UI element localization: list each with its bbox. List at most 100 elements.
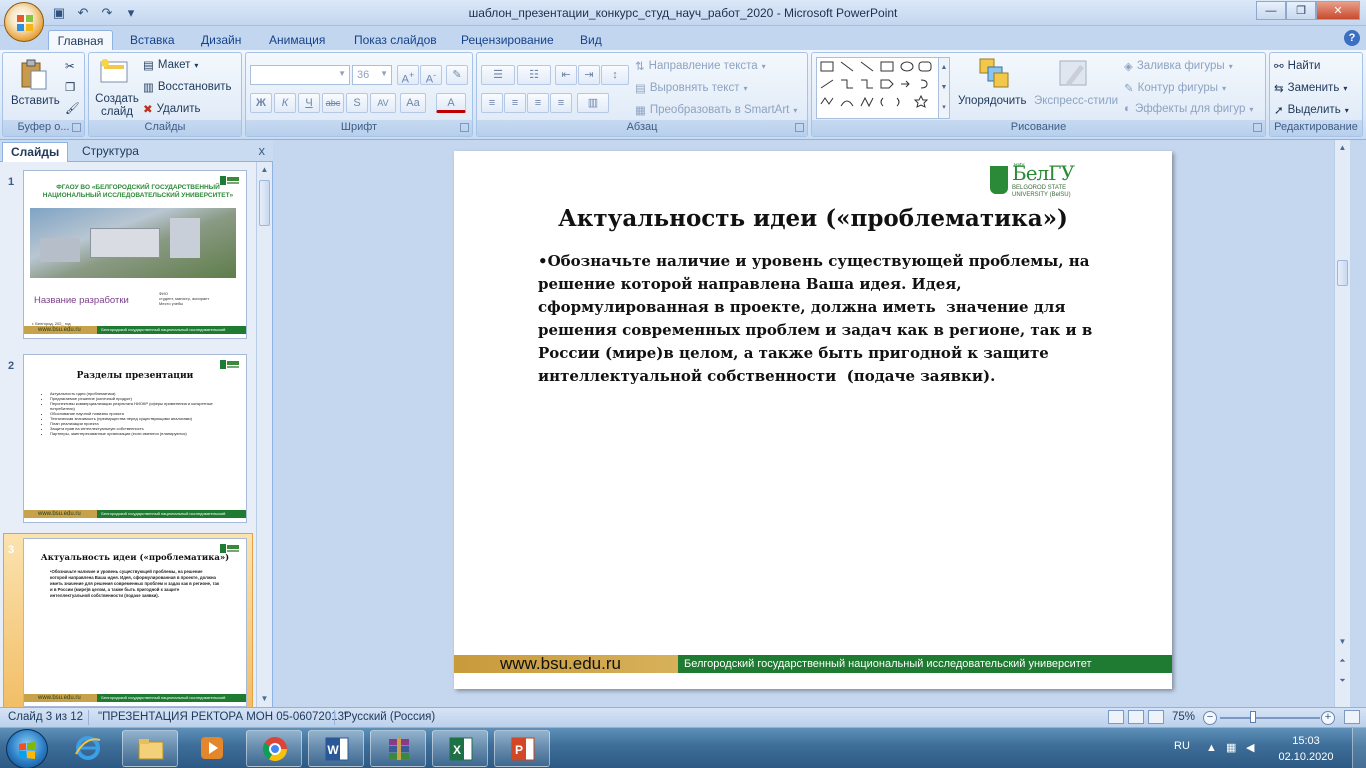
slide-sorter-icon[interactable] <box>1128 710 1144 724</box>
zoom-slider-track[interactable] <box>1220 717 1320 719</box>
decrease-indent-button[interactable]: ⇤ <box>555 65 577 85</box>
font-color-button[interactable]: A <box>436 93 466 113</box>
prev-slide-icon[interactable]: ⏶ <box>1336 654 1349 668</box>
align-right-button[interactable]: ≡ <box>527 93 549 113</box>
launcher-icon[interactable] <box>72 123 81 132</box>
shapes-scroll[interactable]: ▲ ▼ ▾ <box>938 57 950 119</box>
scroll-down-icon[interactable]: ▼ <box>1335 634 1350 650</box>
tab-view[interactable]: Вид <box>580 30 602 50</box>
editor-scrollbar[interactable]: ▲ ▼ ⏶ ⏷ <box>1334 140 1350 707</box>
shapes-gallery[interactable] <box>816 57 948 119</box>
language-indicator[interactable]: RU <box>1174 740 1190 752</box>
chrome-button[interactable] <box>246 730 302 767</box>
volume-icon[interactable]: ◀ <box>1246 742 1258 754</box>
shape-fill-button[interactable]: ◈ Заливка фигуры ▾ <box>1124 59 1233 73</box>
clock[interactable]: 15:03 02.10.2020 <box>1276 733 1336 765</box>
winrar-button[interactable] <box>370 730 426 767</box>
zoom-level[interactable]: 75% <box>1172 711 1195 723</box>
zoom-in-icon[interactable]: + <box>1321 711 1335 725</box>
media-player-button[interactable] <box>184 730 240 767</box>
scroll-up-icon[interactable]: ▲ <box>257 162 272 178</box>
current-slide[interactable]: НИУ БелГУ BELGOROD STATE UNIVERSITY (Bel… <box>454 151 1172 689</box>
minimize-button[interactable]: — <box>1256 1 1286 20</box>
font-name-combo[interactable]: ▼ <box>250 65 350 85</box>
close-button[interactable]: ✕ <box>1316 1 1360 20</box>
tab-outline[interactable]: Структура <box>74 142 147 162</box>
zoom-out-icon[interactable]: − <box>1203 711 1217 725</box>
help-icon[interactable]: ? <box>1344 30 1360 46</box>
reading-view-icon[interactable] <box>1148 710 1164 724</box>
tray-arrow-icon[interactable]: ▲ <box>1206 742 1218 754</box>
align-text-button[interactable]: ▤ Выровнять текст ▾ <box>635 81 747 95</box>
normal-view-icon[interactable] <box>1108 710 1124 724</box>
columns-button[interactable]: ▥ <box>577 93 609 113</box>
select-button[interactable]: ➚ Выделить ▾ <box>1274 103 1349 117</box>
format-painter-button[interactable]: 🖌 <box>65 101 80 115</box>
fit-to-window-icon[interactable] <box>1344 710 1360 724</box>
office-button[interactable] <box>4 2 44 42</box>
font-size-combo[interactable]: 36 ▼ <box>352 65 392 85</box>
bullets-button[interactable]: ☰ <box>481 65 515 85</box>
align-center-button[interactable]: ≡ <box>504 93 526 113</box>
tab-review[interactable]: Рецензирование <box>461 30 554 50</box>
tab-insert[interactable]: Вставка <box>130 30 175 50</box>
slide-title[interactable]: Актуальность идеи («проблематика») <box>454 205 1172 232</box>
numbering-button[interactable]: ☷ <box>517 65 551 85</box>
zoom-slider-knob[interactable] <box>1250 711 1256 723</box>
paste-button[interactable]: Вставить <box>11 95 60 107</box>
thumbnails-scrollbar[interactable]: ▲ ▼ <box>256 162 272 707</box>
bold-button[interactable]: Ж <box>250 93 272 113</box>
line-spacing-button[interactable]: ↕ <box>601 65 629 85</box>
layout-button[interactable]: ▤ Макет ▾ <box>143 58 198 72</box>
next-slide-icon[interactable]: ⏷ <box>1336 674 1349 688</box>
tab-slides[interactable]: Слайды <box>2 142 69 162</box>
slide-thumbnail-2[interactable]: Разделы презентации Актуальность идеи (п… <box>23 354 247 523</box>
tab-design[interactable]: Дизайн <box>201 30 241 50</box>
maximize-button[interactable]: ❐ <box>1286 1 1316 20</box>
underline-button[interactable]: Ч <box>298 93 320 113</box>
scroll-down-icon[interactable]: ▼ <box>257 691 272 707</box>
text-direction-button[interactable]: ⇅ Направление текста ▾ <box>635 59 766 73</box>
scroll-thumb[interactable] <box>1337 260 1348 286</box>
arrange-button[interactable]: Упорядочить <box>958 95 1026 107</box>
align-left-button[interactable]: ≡ <box>481 93 503 113</box>
launcher-icon[interactable] <box>1253 123 1262 132</box>
launcher-icon[interactable] <box>795 123 804 132</box>
shape-outline-button[interactable]: ✎ Контур фигуры ▾ <box>1124 81 1226 95</box>
shape-effects-button[interactable]: ◐ Эффекты для фигур ▾ <box>1124 103 1253 115</box>
reset-button[interactable]: ▥ Восстановить <box>143 80 232 94</box>
launcher-icon[interactable] <box>460 123 469 132</box>
delete-slide-button[interactable]: ✖ Удалить <box>143 102 201 116</box>
char-spacing-button[interactable]: AV <box>370 93 396 113</box>
word-button[interactable]: W <box>308 730 364 767</box>
tab-home[interactable]: Главная <box>48 30 113 50</box>
excel-button[interactable]: X <box>432 730 488 767</box>
cut-button[interactable]: ✂ <box>65 59 75 73</box>
powerpoint-button[interactable]: P <box>494 730 550 767</box>
grow-font-button[interactable]: A+ <box>397 65 419 86</box>
find-button[interactable]: ⚯ Найти <box>1274 59 1320 73</box>
tab-slideshow[interactable]: Показ слайдов <box>354 30 437 50</box>
replace-button[interactable]: ⇆ Заменить ▾ <box>1274 81 1347 95</box>
close-pane-icon[interactable]: x <box>259 143 266 158</box>
slide-thumbnail-3[interactable]: Актуальность идеи («проблематика») •Обоз… <box>23 538 247 707</box>
internet-explorer-button[interactable] <box>60 730 116 767</box>
copy-button[interactable]: ❐ <box>65 80 75 94</box>
quick-styles-button[interactable]: Экспресс-стили <box>1034 95 1118 107</box>
network-icon[interactable]: ▦ <box>1226 742 1238 754</box>
slide-body[interactable]: •Обозначьте наличие и уровень существующ… <box>538 250 1098 388</box>
strikethrough-button[interactable]: abc <box>322 93 344 113</box>
increase-indent-button[interactable]: ⇥ <box>578 65 600 85</box>
smartart-button[interactable]: ▦ Преобразовать в SmartArt ▾ <box>635 103 797 117</box>
shadow-button[interactable]: S <box>346 93 368 113</box>
scroll-up-icon[interactable]: ▲ <box>1335 140 1350 156</box>
start-button[interactable] <box>6 729 48 768</box>
tab-animation[interactable]: Анимация <box>269 30 325 50</box>
scroll-thumb[interactable] <box>259 180 270 226</box>
clear-format-button[interactable]: ✎ <box>446 65 468 85</box>
change-case-button[interactable]: Aa <box>400 93 426 113</box>
explorer-button[interactable] <box>122 730 178 767</box>
slide-thumbnail-1[interactable]: ФГАОУ ВО «БЕЛГОРОДСКИЙ ГОСУДАРСТВЕННЫЙ Н… <box>23 170 247 339</box>
italic-button[interactable]: К <box>274 93 296 113</box>
shrink-font-button[interactable]: A- <box>420 65 442 86</box>
